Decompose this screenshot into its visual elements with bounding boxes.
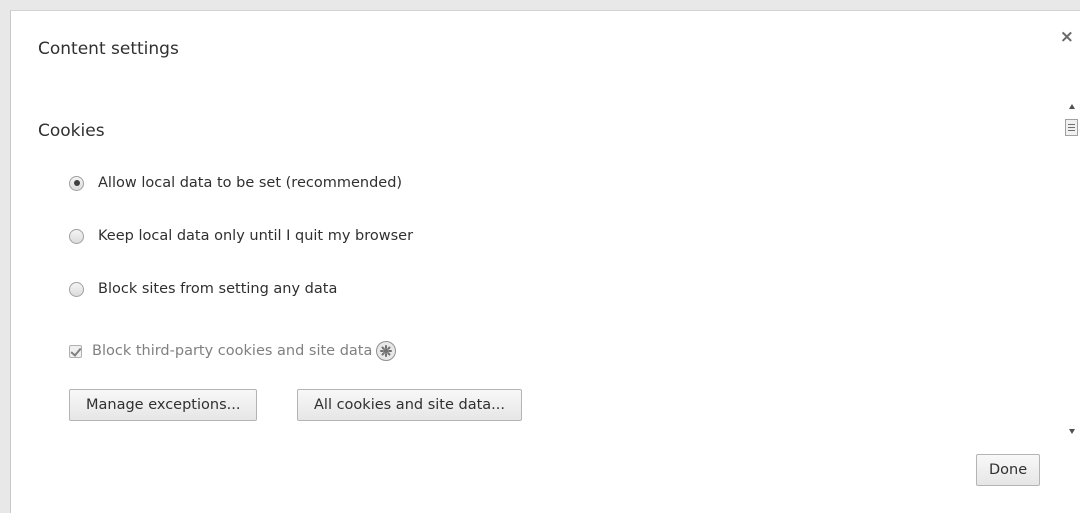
close-icon[interactable]: × — [1060, 29, 1074, 46]
cookies-section-title: Cookies — [38, 121, 105, 141]
radio-allow-local-data[interactable]: Allow local data to be set (recommended) — [69, 175, 402, 191]
manage-exceptions-button[interactable]: Manage exceptions... — [69, 389, 258, 421]
radio-block-sites-data[interactable]: Block sites from setting any data — [69, 281, 337, 297]
content-settings-dialog: Content settings × Cookies Allow local d… — [10, 10, 1080, 513]
all-cookies-and-site-data-button[interactable]: All cookies and site data... — [297, 389, 522, 421]
settings-content: Cookies Allow local data to be set (reco… — [11, 91, 1061, 436]
scroll-down-arrow-icon[interactable] — [1069, 429, 1075, 434]
dialog-title: Content settings — [38, 39, 179, 59]
scroll-up-arrow-icon[interactable] — [1069, 104, 1075, 109]
radio-button[interactable] — [69, 228, 84, 244]
radio-button[interactable] — [69, 281, 84, 297]
done-button[interactable]: Done — [976, 454, 1041, 486]
scroll-thumb[interactable] — [1065, 119, 1078, 136]
radio-label: Allow local data to be set (recommended) — [98, 175, 403, 191]
radio-label: Keep local data only until I quit my bro… — [98, 228, 414, 244]
vertical-scrollbar[interactable] — [1065, 97, 1080, 442]
radio-keep-local-data-until-quit[interactable]: Keep local data only until I quit my bro… — [69, 228, 413, 244]
checkbox — [69, 344, 82, 358]
radio-label: Block sites from setting any data — [98, 281, 338, 297]
checkbox-block-third-party: Block third-party cookies and site data — [69, 341, 397, 361]
enterprise-policy-icon[interactable] — [376, 341, 397, 361]
radio-button[interactable] — [69, 175, 84, 191]
checkbox-label: Block third-party cookies and site data — [92, 343, 373, 359]
